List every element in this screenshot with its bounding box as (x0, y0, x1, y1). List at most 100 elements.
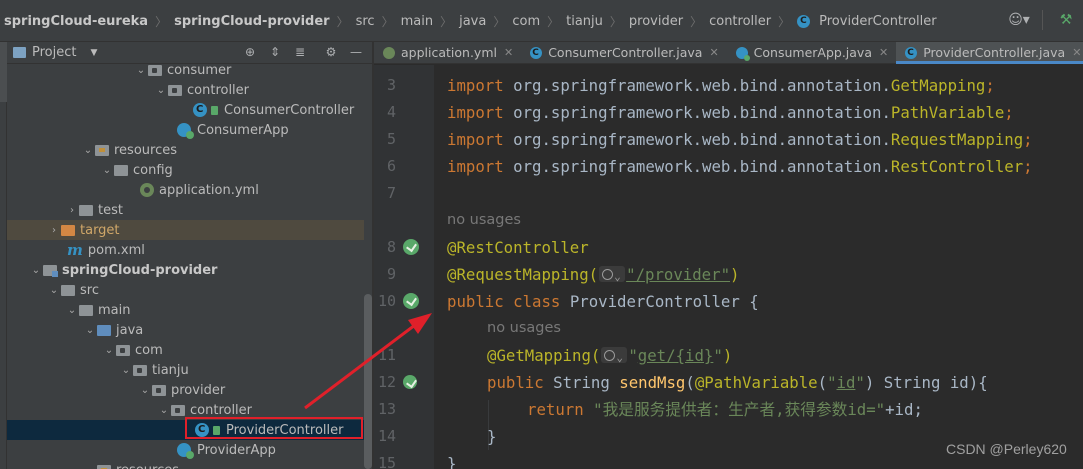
breadcrumb-separator-icon: 〉 (547, 14, 560, 29)
chevron-down-icon[interactable]: ⌄ (138, 385, 152, 396)
breadcrumb-item[interactable]: src (352, 14, 379, 29)
tree-item-controller[interactable]: ⌄ controller (7, 80, 364, 100)
line-number: 13 (377, 400, 396, 418)
tree-item-config[interactable]: ⌄ config (7, 160, 364, 180)
chevron-down-icon[interactable]: ⌄ (100, 165, 114, 176)
class-icon (905, 46, 918, 59)
tree-item-consumer-app[interactable]: ConsumerApp (7, 120, 364, 140)
line-number: 5 (386, 130, 396, 148)
package-folder-icon (148, 64, 162, 76)
usage-hint[interactable]: no usages (487, 315, 561, 342)
expand-all-icon[interactable]: ⇕ (267, 43, 283, 61)
tree-item-com[interactable]: ⌄ com (7, 340, 364, 360)
package-token: org.springframework.web.bind.annotation. (513, 130, 891, 149)
line-number: 15 (377, 454, 396, 469)
tree-item-consumer-controller[interactable]: ConsumerController (7, 100, 364, 120)
chevron-down-icon[interactable]: ⌄ (102, 345, 116, 356)
semicolon-token: ; (1023, 157, 1033, 176)
breadcrumb-item[interactable]: provider (625, 14, 687, 29)
globe-icon[interactable] (601, 344, 628, 371)
tab-consumer-controller[interactable]: ConsumerController.java ✕ (521, 42, 726, 63)
code-line: } (487, 423, 496, 450)
tree-item-tianju[interactable]: ⌄ tianju (7, 360, 364, 380)
web-endpoint-gutter-icon[interactable] (403, 375, 417, 389)
class-token: GetMapping (890, 76, 986, 95)
chevron-down-icon[interactable]: ⌄ (83, 465, 97, 469)
tree-item-application-yml[interactable]: application.yml (7, 180, 364, 200)
breadcrumb-item[interactable]: main (397, 14, 437, 29)
breadcrumb-item[interactable]: com (508, 14, 544, 29)
tree-item-target[interactable]: › target (7, 220, 364, 240)
locate-icon[interactable]: ⊕ (242, 43, 258, 61)
close-icon[interactable]: ✕ (709, 46, 718, 59)
chevron-down-icon[interactable]: ⌄ (157, 405, 171, 416)
collapse-all-icon[interactable]: ≣ (292, 43, 308, 61)
chevron-down-icon[interactable]: ⌄ (154, 85, 168, 96)
hide-icon[interactable]: — (348, 43, 364, 61)
chevron-down-icon[interactable]: ⌄ (134, 65, 148, 76)
spring-bean-gutter-icon[interactable] (403, 239, 419, 255)
close-icon[interactable]: ✕ (1072, 46, 1081, 59)
spring-bean-gutter-icon[interactable] (403, 293, 419, 309)
tree-item-label: resources (116, 463, 179, 469)
tree-item-label: controller (190, 402, 253, 418)
tree-item-provider-app[interactable]: ProviderApp (7, 440, 364, 460)
tab-provider-controller[interactable]: ProviderController.java ✕ (896, 42, 1083, 64)
close-icon[interactable]: ✕ (879, 46, 888, 59)
tree-item-label: controller (187, 82, 250, 98)
tree-item-label: java (116, 322, 144, 338)
class-icon (193, 103, 207, 117)
chevron-down-icon[interactable]: ⌄ (47, 285, 61, 296)
tab-label: ProviderController.java (923, 45, 1066, 60)
code-editor[interactable]: import org.springframework.web.bind.anno… (434, 65, 1083, 469)
chevron-down-icon[interactable]: ⌄ (83, 325, 97, 336)
code-line: public String sendMsg(@PathVariable("id"… (487, 369, 988, 396)
line-number: 9 (386, 265, 396, 283)
chevron-down-icon[interactable]: ⌄ (81, 145, 95, 156)
tree-item-main[interactable]: ⌄ main (7, 300, 364, 320)
tree-item-label: config (133, 162, 173, 178)
chevron-down-icon[interactable]: ⌄ (119, 365, 133, 376)
folder-icon (114, 164, 128, 176)
tree-item-test[interactable]: › test (7, 200, 364, 220)
tree-item-resources[interactable]: ⌄ resources (7, 140, 364, 160)
tree-item-springcloud-provider[interactable]: ⌄ springCloud-provider (7, 260, 364, 280)
chevron-down-icon[interactable]: ▼ (90, 48, 97, 58)
globe-icon[interactable] (599, 263, 626, 290)
chevron-right-icon[interactable]: › (47, 225, 61, 236)
chevron-down-icon[interactable]: ⌄ (65, 305, 79, 316)
tree-item-label: test (98, 202, 123, 218)
annotation-token: @PathVariable (694, 373, 818, 392)
tree-item-consumer[interactable]: ⌄ consumer (7, 64, 364, 80)
breadcrumb-item[interactable]: springCloud-provider (170, 14, 333, 29)
line-number: 10 (377, 292, 396, 310)
scrollbar[interactable] (364, 294, 372, 469)
tree-item-java[interactable]: ⌄ java (7, 320, 364, 340)
breadcrumb-item[interactable]: controller (705, 14, 775, 29)
tab-application-yml[interactable]: application.yml ✕ (374, 42, 521, 63)
tab-consumer-app[interactable]: ConsumerApp.java ✕ (727, 42, 897, 63)
tree-item-src[interactable]: ⌄ src (7, 280, 364, 300)
breadcrumb-item[interactable]: tianju (562, 14, 607, 29)
breadcrumb-item[interactable]: springCloud-eureka (0, 14, 152, 29)
tree-item-resources[interactable]: ⌄ resources (7, 460, 364, 469)
breadcrumb-item[interactable]: java (455, 14, 490, 29)
project-tool-tab[interactable] (0, 42, 7, 102)
breadcrumb-item-current[interactable]: ProviderController (815, 14, 940, 29)
tree-item-label: resources (114, 142, 178, 158)
usage-hint[interactable]: no usages (447, 207, 521, 234)
tree-item-provider[interactable]: ⌄ provider (7, 380, 364, 400)
package-folder-icon (168, 84, 182, 96)
chevron-down-icon[interactable]: ⌄ (29, 265, 43, 276)
hammer-icon[interactable]: ⚒ (1055, 10, 1077, 30)
close-icon[interactable]: ✕ (504, 46, 513, 59)
module-folder-icon (43, 264, 58, 277)
settings-icon[interactable]: ⚙ (323, 43, 339, 61)
chevron-right-icon[interactable]: › (65, 205, 79, 216)
spring-app-icon (177, 123, 194, 139)
package-folder-icon (116, 344, 130, 356)
project-view-selector[interactable]: Project (32, 45, 76, 60)
user-icon[interactable]: ☺▾ (1008, 10, 1030, 30)
tree-item-pom-xml[interactable]: m pom.xml (7, 240, 364, 260)
package-folder-icon (152, 384, 166, 396)
